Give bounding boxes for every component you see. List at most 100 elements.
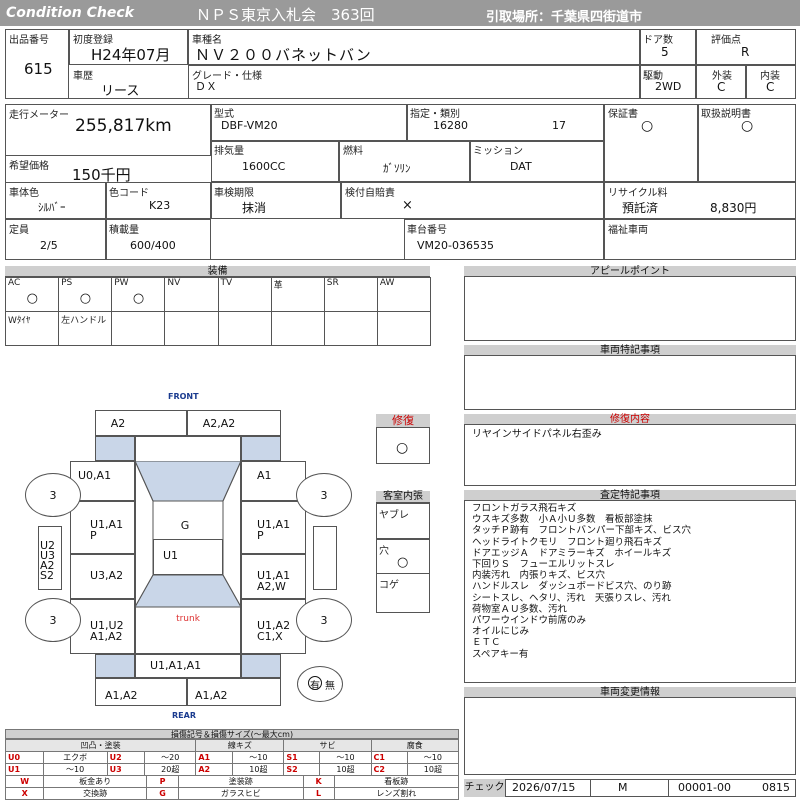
inspector-note: パワーウインドウ前席のみ: [472, 615, 587, 627]
legend-grid: 凹凸・塗装 線キズ サビ 腐食 U0 エクボ U2 ～20 A1 ～10 S1 ～10 C1 ～10 U1 ～…: [4, 739, 460, 776]
legend-code: P: [145, 775, 180, 788]
legend-desc: 塗装跡: [178, 775, 304, 788]
equip-mark: ○: [132, 291, 145, 306]
load-value: 600/400: [130, 239, 176, 252]
manual-mark: ○: [741, 118, 754, 134]
color-value: ｼﾙﾊﾞｰ: [38, 201, 66, 214]
score-label: 評価点: [711, 35, 741, 46]
legend-desc: ～10: [232, 751, 285, 764]
repair-box-title: 修復: [376, 414, 430, 428]
fuel-value: ｶﾞｿﾘﾝ: [383, 162, 411, 175]
rear-panel-value: U1,A1,A1: [150, 659, 202, 672]
recycle-status: 預託済: [622, 201, 659, 215]
equip-label: AC: [8, 278, 21, 288]
check-label: チェック: [464, 779, 506, 797]
interior-item-2: コゲ: [376, 573, 430, 613]
equip-cell-3: NV: [164, 277, 219, 312]
legend-code: A2: [195, 763, 234, 776]
equip-cell2-5: [270, 311, 325, 346]
inspector-note: ＥＴＣ: [472, 637, 501, 649]
lot-label: 出品番号: [9, 35, 49, 46]
legend-group: サビ: [283, 739, 372, 752]
banner-title: Condition Check: [6, 5, 134, 21]
equip-label: PS: [61, 278, 73, 288]
displacement-label: 排気量: [214, 146, 244, 157]
inspection-label: 車検期限: [214, 188, 254, 199]
rear-bumper-left-value: A1,A2: [105, 689, 138, 702]
displacement-value: 1600CC: [242, 160, 286, 173]
load-label: 積載量: [109, 225, 139, 236]
fl-corner: [95, 436, 135, 461]
equip-cell2-4: [217, 311, 272, 346]
equip-mark: ○: [26, 291, 38, 306]
rear-bumper-right-value: A1,A2: [195, 689, 228, 702]
tire-rl: 3: [25, 598, 81, 642]
mission-value: DAT: [510, 160, 532, 173]
interior-item-label: 穴: [379, 546, 389, 557]
fr-door-value: U1,A1 P: [257, 518, 291, 542]
hood-value: G: [180, 519, 190, 532]
model-label: 型式: [214, 109, 234, 120]
first-reg-value: H24年07月: [91, 46, 171, 64]
front-left-value: A2: [110, 417, 126, 430]
legend-code: U1: [5, 763, 44, 776]
inspector-code: M: [618, 781, 628, 794]
legend-code: A1: [195, 751, 234, 764]
insurance-label: 検付自賠責: [345, 188, 395, 199]
recycle-label: リサイクル料: [608, 188, 668, 199]
spare-stamp-yes: 有: [310, 681, 320, 692]
rl-corner: [95, 654, 135, 678]
equip-cell-2: PW ○: [111, 277, 166, 312]
legend-desc: ～10: [319, 751, 372, 764]
rr-door-value: U1,A1 A2,W: [257, 569, 291, 593]
inspector-note: ドアエッジＡ ドアミラーキズ ホイールキズ: [472, 547, 672, 559]
equip-label: Wﾀｲﾔ: [8, 316, 31, 326]
legend-code: K: [302, 775, 335, 788]
insurance-value: ×: [402, 198, 413, 213]
inspector-note: ハンドルスレ ダッシュボードビス穴、のり跡: [472, 581, 672, 593]
repair-content-title: 修復内容: [464, 414, 796, 425]
legend-code: C2: [370, 763, 408, 776]
interior-title: 客室内張: [376, 491, 430, 503]
inspector-note: ヘッドライトクモリ フロント廻り飛石キズ: [472, 536, 663, 548]
appeal-panel: [464, 266, 796, 341]
inspector-title: 査定特記事項: [464, 490, 796, 501]
designation-value: 16280: [433, 119, 468, 132]
tire-rr: 3: [296, 598, 352, 642]
equip-cell-0: AC ○: [5, 277, 60, 312]
interior-item-label: コゲ: [379, 580, 399, 591]
special-title: 車両特記事項: [464, 345, 796, 356]
legend-code: X: [4, 787, 45, 800]
equip-label: AW: [379, 278, 395, 288]
equip-label: TV: [220, 278, 233, 288]
fl-fender-value: U0,A1: [78, 469, 112, 482]
ext-value: C: [717, 80, 726, 94]
capacity-value: 2/5: [40, 239, 58, 252]
equip-label: PW: [114, 278, 129, 288]
warranty-label: 保証書: [608, 109, 638, 120]
legend-code: U3: [106, 763, 146, 776]
model-value: DBF-VM20: [221, 119, 278, 132]
legend-group: 腐食: [370, 739, 460, 752]
legend-code: G: [145, 787, 180, 800]
inspector-note: スペアキー有: [472, 648, 529, 660]
inspector-note: 荷物室ＡＵ多数、汚れ: [472, 603, 568, 615]
changes-panel: [464, 687, 796, 775]
legend-desc: 20超: [144, 763, 197, 776]
legend-desc: 板金あり: [43, 775, 147, 788]
history-label: 車歴: [73, 71, 93, 82]
right-side-panel: [313, 526, 337, 590]
repair-content-text: リヤインサイドパネル右歪み: [472, 429, 602, 440]
check-date: 2026/07/15: [512, 781, 576, 794]
grade-value: ＤＸ: [195, 80, 217, 93]
equip-cell-4: TV: [217, 277, 272, 312]
left-side-value: U2 U3 A2 S2: [40, 539, 56, 582]
inspector-note: 内装汚れ 内張りキズ、ビス穴: [472, 570, 606, 582]
changes-title: 車両変更情報: [464, 687, 796, 698]
repair-box-mark: ○: [396, 440, 409, 456]
legend-desc: ～20: [144, 751, 197, 764]
inspector-note: オイルにじみ: [472, 626, 530, 638]
equip-mark: ○: [79, 291, 92, 306]
interior-item-1: 穴 ○: [376, 539, 430, 575]
category-value: 17: [552, 119, 566, 132]
